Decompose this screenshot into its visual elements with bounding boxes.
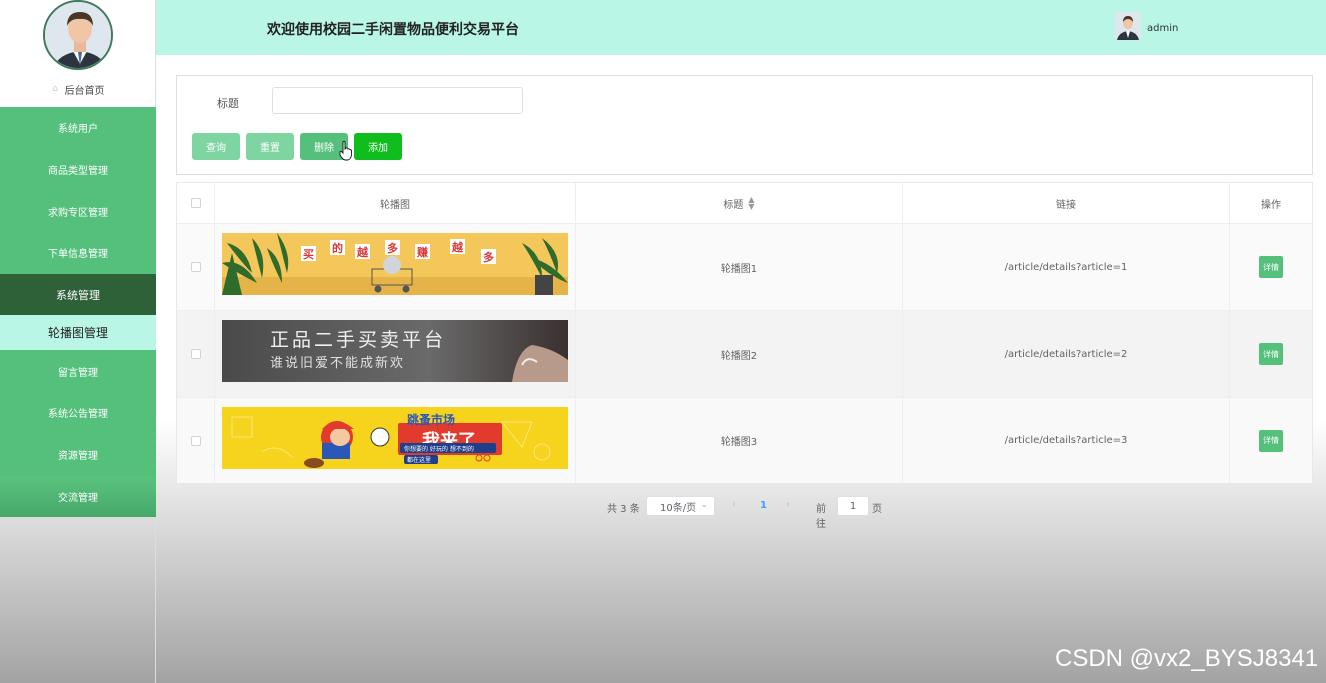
banner-image-3: 跳蚤市场 我来了 你想要的 好玩的 想不到的 都在这里: [222, 407, 568, 469]
banner1-char-1: 买: [303, 248, 314, 261]
banner3-top-text: 跳蚤市场: [407, 412, 455, 427]
banner1-char-7: 多: [483, 250, 494, 264]
header-select-cell: [177, 183, 215, 223]
link-cell: /article/details?article=3: [903, 398, 1230, 483]
page-suffix-label: 页: [872, 504, 882, 515]
carousel-table: 轮播图 标题 ▲ ▼ 链接 操作 买 的 越 多 赚 越 多 轮播图1 /art…: [176, 182, 1313, 484]
table-row: 买 的 越 多 赚 越 多 轮播图1 /article/details?arti…: [177, 224, 1312, 311]
banner3-tag-text: 都在这里: [407, 456, 431, 464]
avatar[interactable]: [43, 0, 113, 70]
sidebar-item-messages[interactable]: 留言管理: [0, 350, 156, 393]
title-cell: 轮播图1: [576, 224, 903, 310]
link-cell: /article/details?article=2: [903, 311, 1230, 397]
prev-page-icon[interactable]: ‹: [732, 499, 736, 510]
username[interactable]: admin: [1147, 23, 1178, 34]
add-button[interactable]: 添加: [354, 133, 402, 160]
sidebar-item-system-users[interactable]: 系统用户: [0, 107, 156, 149]
watermark: CSDN @vx2_BYSJ8341: [1055, 645, 1319, 672]
sidebar-profile: ⌂ 后台首页: [0, 0, 155, 107]
banner2-main-text: 正品二手买卖平台: [270, 329, 446, 351]
search-title-label: 标题: [217, 97, 239, 110]
goto-label: 前往: [816, 504, 826, 530]
detail-button[interactable]: 详情: [1259, 429, 1283, 452]
sidebar-item-purchase-zone[interactable]: 求购专区管理: [0, 190, 156, 233]
pagination-total: 共 3 条: [607, 504, 640, 515]
search-title-input[interactable]: [272, 87, 523, 114]
pointer-cursor-icon: [339, 141, 353, 161]
action-cell: 详情: [1230, 224, 1312, 310]
banner1-char-4: 多: [387, 241, 398, 255]
sidebar-item-system-management[interactable]: 系统管理: [0, 273, 156, 316]
image-cell: 正品二手买卖平台 谁说旧爱不能成新欢: [215, 311, 576, 397]
action-cell: 详情: [1230, 311, 1312, 397]
goto-page-input[interactable]: 1: [837, 496, 869, 516]
search-button[interactable]: 查询: [192, 133, 240, 160]
title-cell: 轮播图3: [576, 398, 903, 483]
banner1-char-6: 越: [451, 240, 464, 254]
header-title-label: 标题: [723, 199, 744, 211]
sidebar-item-exchange[interactable]: 交流管理: [0, 475, 156, 518]
row-select-cell: [177, 311, 215, 397]
table-row: 跳蚤市场 我来了 你想要的 好玩的 想不到的 都在这里 轮播图3 /articl…: [177, 398, 1312, 483]
user-avatar[interactable]: [1115, 12, 1141, 40]
select-all-checkbox[interactable]: [190, 198, 201, 208]
table-header-row: 轮播图 标题 ▲ ▼ 链接 操作: [177, 183, 1312, 224]
sort-icon[interactable]: ▲ ▼: [748, 196, 754, 211]
header-action: 操作: [1261, 199, 1281, 211]
page-size-select[interactable]: 10条/页 ⌄: [646, 496, 715, 516]
header-image: 轮播图: [215, 183, 576, 223]
header-title[interactable]: 标题 ▲ ▼: [576, 183, 903, 223]
reset-button[interactable]: 重置: [246, 133, 294, 160]
image-cell: 买 的 越 多 赚 越 多: [215, 224, 576, 310]
row-checkbox[interactable]: [190, 435, 201, 446]
header-link: 链接: [903, 183, 1230, 223]
table-row: 正品二手买卖平台 谁说旧爱不能成新欢 轮播图2 /article/details…: [177, 311, 1312, 398]
banner1-char-3: 越: [356, 245, 369, 259]
sidebar-item-resources[interactable]: 资源管理: [0, 433, 156, 476]
sidebar-item-product-types[interactable]: 商品类型管理: [0, 148, 156, 191]
banner1-char-5: 赚: [416, 245, 428, 259]
sidebar-item-orders[interactable]: 下单信息管理: [0, 232, 156, 274]
next-page-icon[interactable]: ›: [786, 499, 790, 510]
page-size-value: 10条/页: [660, 502, 697, 514]
action-cell: 详情: [1230, 398, 1312, 483]
chevron-down-icon: ⌄: [700, 500, 708, 510]
row-checkbox[interactable]: [190, 262, 201, 272]
banner1-char-2: 的: [332, 241, 343, 255]
sidebar: ⌂ 后台首页 系统用户 商品类型管理 求购专区管理 下单信息管理 系统管理 轮播…: [0, 0, 156, 683]
sidebar-home-link[interactable]: ⌂ 后台首页: [0, 82, 155, 98]
page-number-current[interactable]: 1: [760, 500, 767, 511]
link-cell: /article/details?article=1: [903, 224, 1230, 310]
sidebar-item-announcements[interactable]: 系统公告管理: [0, 392, 156, 434]
banner-image-1: 买 的 越 多 赚 越 多: [222, 233, 568, 295]
sidebar-item-carousel[interactable]: 轮播图管理: [0, 315, 156, 351]
detail-button[interactable]: 详情: [1259, 256, 1283, 278]
row-checkbox[interactable]: [190, 349, 201, 359]
top-header: 欢迎使用校园二手闲置物品便利交易平台 admin: [156, 0, 1326, 55]
title-cell: 轮播图2: [576, 311, 903, 397]
detail-button[interactable]: 详情: [1259, 343, 1283, 365]
page-title: 欢迎使用校园二手闲置物品便利交易平台: [267, 22, 519, 38]
sidebar-menu: 系统用户 商品类型管理 求购专区管理 下单信息管理 系统管理 轮播图管理 留言管…: [0, 107, 156, 518]
banner2-sub-text: 谁说旧爱不能成新欢: [270, 355, 405, 371]
home-icon: ⌂: [52, 84, 58, 94]
banner-image-2: 正品二手买卖平台 谁说旧爱不能成新欢: [222, 320, 568, 382]
row-select-cell: [177, 224, 215, 310]
row-select-cell: [177, 398, 215, 483]
image-cell: 跳蚤市场 我来了 你想要的 好玩的 想不到的 都在这里: [215, 398, 576, 483]
banner3-sub-text: 你想要的 好玩的 想不到的: [404, 445, 474, 453]
sidebar-home-label: 后台首页: [64, 86, 105, 97]
